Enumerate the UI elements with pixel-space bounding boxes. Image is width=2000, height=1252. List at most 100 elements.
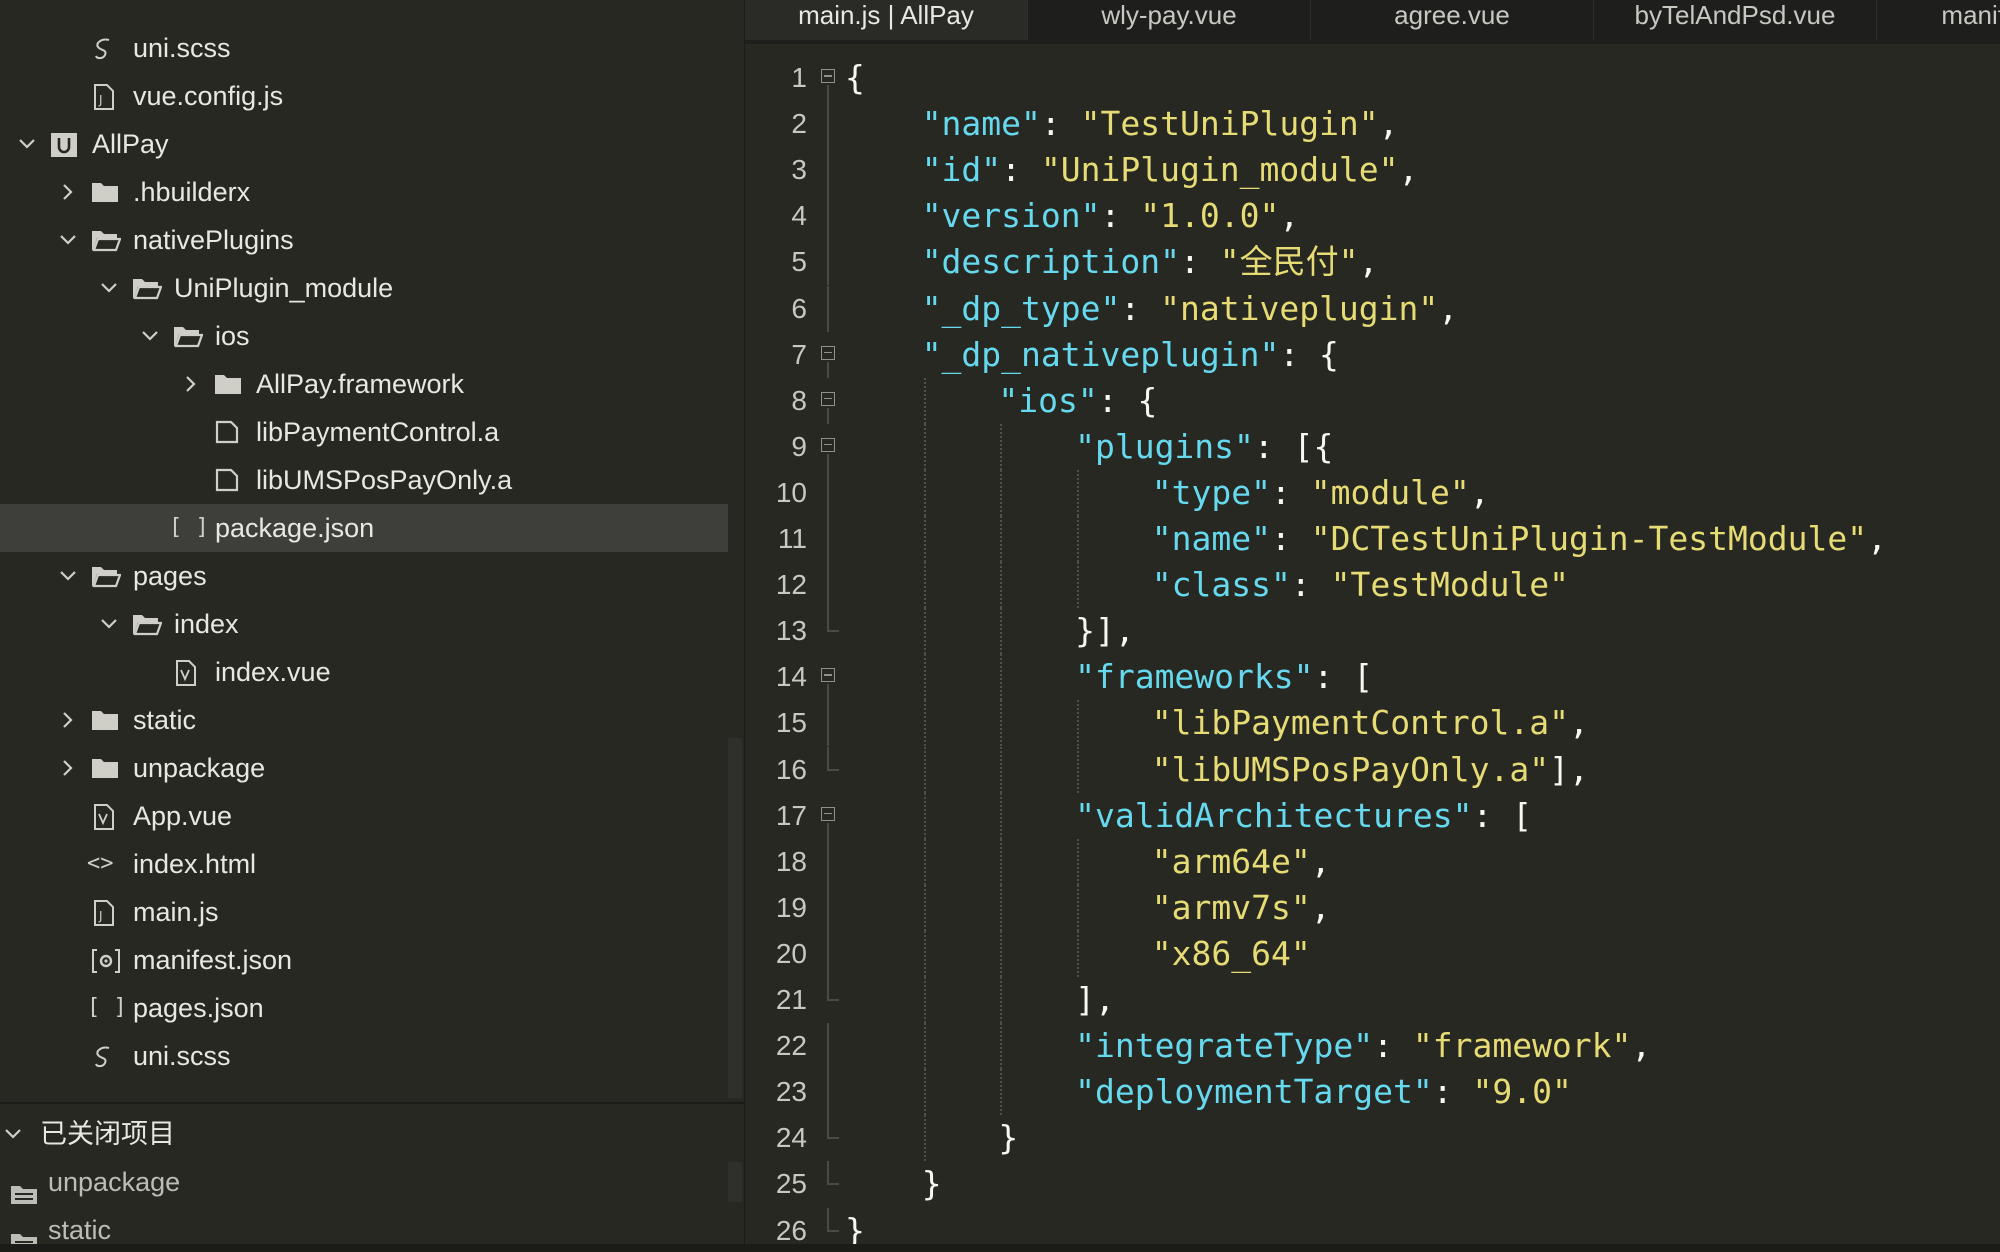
json-string: "x86_64" bbox=[1151, 933, 1311, 973]
tree-item[interactable]: uni.scss bbox=[0, 1032, 728, 1080]
file-tree: uni.scss Jvue.config.js AllPay .hbuilderx na… bbox=[0, 24, 728, 1080]
code-text: "arm64e", bbox=[1152, 839, 1331, 885]
chevron-right-icon[interactable] bbox=[55, 744, 81, 777]
sidebar-scrollbar[interactable] bbox=[728, 738, 742, 1098]
tree-item[interactable]: unpackage bbox=[0, 744, 728, 792]
closed-projects-header[interactable]: 已关闭项目 bbox=[0, 1110, 744, 1158]
chevron-right-icon[interactable] bbox=[55, 696, 81, 729]
code-line: 9 "plugins": [{ bbox=[745, 423, 2000, 470]
indent-guide bbox=[923, 516, 926, 562]
line-number: 8 bbox=[791, 384, 807, 416]
editor-tab[interactable]: main.js | AllPay bbox=[745, 0, 1028, 40]
tree-item[interactable]: AllPay.framework bbox=[0, 360, 728, 408]
fold-guide bbox=[827, 977, 829, 1000]
code-text: "deploymentTarget": "9.0" bbox=[1075, 1069, 1572, 1115]
code-text: "plugins": [{ bbox=[1075, 424, 1333, 470]
tree-item[interactable]: UniPlugin_module bbox=[0, 264, 728, 312]
chevron-down-icon[interactable] bbox=[137, 312, 163, 342]
code-line: 15 "libPaymentControl.a", bbox=[745, 700, 2000, 747]
tree-item[interactable]: manifest.json bbox=[0, 936, 728, 984]
tree-item[interactable]: Jvue.config.js bbox=[0, 72, 728, 120]
editor-tab[interactable]: manifest.json bbox=[1877, 0, 2000, 40]
tree-item[interactable]: libPaymentControl.a bbox=[0, 408, 728, 456]
line-number: 9 bbox=[791, 430, 807, 462]
tree-item[interactable]: Jmain.js bbox=[0, 888, 728, 936]
json-string: "libPaymentControl.a" bbox=[1151, 703, 1570, 743]
editor-tab[interactable]: agree.vue bbox=[1311, 0, 1594, 40]
vue-file-icon bbox=[91, 804, 119, 830]
tree-item[interactable]: static bbox=[0, 696, 728, 744]
indent-guide bbox=[1077, 562, 1080, 609]
folder-icon bbox=[214, 372, 242, 396]
code-line: 12 "class": "TestModule" bbox=[745, 562, 2000, 609]
indent-guide bbox=[923, 608, 926, 655]
json-string: "9.0" bbox=[1472, 1072, 1572, 1112]
fold-toggle-icon[interactable] bbox=[821, 668, 835, 683]
json-string: "全民付" bbox=[1219, 242, 1359, 282]
tree-item-label: manifest.json bbox=[133, 945, 293, 975]
tree-item-label: pages bbox=[133, 561, 207, 591]
code-text: { bbox=[845, 55, 865, 101]
chevron-right-icon[interactable] bbox=[178, 360, 204, 393]
closed-projects-scrollbar[interactable] bbox=[728, 1162, 742, 1202]
chevron-down-icon[interactable] bbox=[55, 552, 81, 582]
fold-toggle-icon[interactable] bbox=[821, 345, 835, 360]
js-file-icon: J bbox=[91, 84, 119, 110]
tree-item-label: uni.scss bbox=[133, 1041, 231, 1071]
line-number: 18 bbox=[775, 845, 807, 877]
tree-item-label: unpackage bbox=[133, 753, 266, 783]
code-text: "integrateType": "framework", bbox=[1075, 1023, 1651, 1069]
tree-item[interactable]: libUMSPosPayOnly.a bbox=[0, 456, 728, 504]
tree-item[interactable]: nativePlugins bbox=[0, 216, 728, 264]
line-number: 3 bbox=[791, 154, 807, 186]
indent-guide bbox=[923, 654, 926, 701]
chevron-down-icon[interactable] bbox=[96, 264, 122, 294]
tree-item[interactable]: .hbuilderx bbox=[0, 168, 728, 216]
closed-project-item[interactable]: unpackage bbox=[0, 1158, 744, 1206]
code-text: ], bbox=[1075, 977, 1115, 1023]
tree-item[interactable]: index bbox=[0, 600, 728, 648]
manifest-file-icon bbox=[91, 948, 120, 973]
tree-item-label: .hbuilderx bbox=[133, 177, 251, 207]
tree-item[interactable]: pages bbox=[0, 552, 728, 600]
fold-guide bbox=[827, 516, 829, 562]
tree-item[interactable]: ios bbox=[0, 312, 728, 360]
fold-toggle-icon[interactable] bbox=[821, 437, 835, 452]
code-text: "libPaymentControl.a", bbox=[1152, 700, 1589, 746]
html-file-icon: <> bbox=[87, 851, 114, 876]
fold-end-marker bbox=[827, 1137, 839, 1140]
tree-item[interactable]: AllPay bbox=[0, 120, 728, 168]
line-number: 4 bbox=[791, 200, 807, 232]
code-editor[interactable]: 1{2 "name": "TestUniPlugin", 3 "id": "UniPl… bbox=[745, 44, 2000, 1244]
editor-tab[interactable]: byTelAndPsd.vue bbox=[1594, 0, 1877, 40]
tree-item-label: ios bbox=[215, 321, 250, 351]
fold-toggle-icon[interactable] bbox=[821, 806, 835, 821]
tree-item[interactable]: [ ] package.json bbox=[0, 504, 728, 552]
fold-end-marker bbox=[827, 1229, 839, 1232]
fold-toggle-icon[interactable] bbox=[821, 69, 835, 83]
tree-item[interactable]: [ ] pages.json bbox=[0, 984, 728, 1032]
code-line: 16 "libUMSPosPayOnly.a"], bbox=[745, 746, 2000, 793]
chevron-down-icon[interactable] bbox=[55, 216, 81, 246]
json-string: "UniPlugin_module" bbox=[1040, 150, 1399, 190]
json-punctuation: , bbox=[1310, 841, 1331, 881]
editor-tab[interactable]: wly-pay.vue bbox=[1028, 0, 1311, 40]
tree-item[interactable]: <> index.html bbox=[0, 840, 728, 888]
code-text: }], bbox=[1075, 608, 1135, 654]
fold-guide bbox=[827, 746, 829, 770]
tree-item-label: index.html bbox=[133, 849, 257, 879]
code-line: 24} bbox=[745, 1115, 2000, 1162]
tree-item-label: uni.scss bbox=[133, 33, 231, 63]
tree-item[interactable]: uni.scss bbox=[0, 24, 728, 72]
code-text: "description": "全民付", bbox=[922, 239, 1379, 285]
tree-item[interactable]: App.vue bbox=[0, 792, 728, 840]
indent-guide bbox=[1000, 930, 1003, 977]
fold-guide bbox=[827, 361, 829, 378]
chevron-right-icon[interactable] bbox=[55, 168, 81, 201]
indent-guide bbox=[1077, 516, 1080, 562]
chevron-down-icon[interactable] bbox=[14, 120, 40, 150]
fold-toggle-icon[interactable] bbox=[821, 391, 835, 406]
tree-item[interactable]: index.vue bbox=[0, 648, 728, 696]
json-punctuation: : bbox=[1290, 565, 1331, 605]
chevron-down-icon[interactable] bbox=[96, 600, 122, 630]
